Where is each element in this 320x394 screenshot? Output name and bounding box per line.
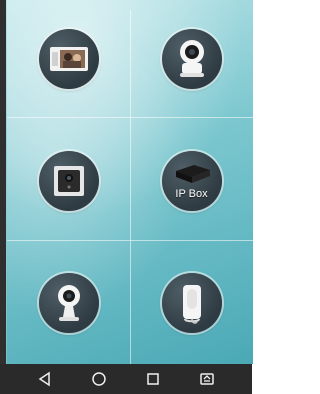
ip-box-button[interactable]: IP Box [161,151,222,211]
back-icon [38,371,50,387]
indoor-camera-button[interactable] [38,273,99,333]
intercom-handset-icon [182,285,201,324]
video-door-phone-monitor-icon [49,47,88,71]
pan-tilt-camera-icon [179,40,204,77]
ip-box-label: IP Box [175,188,208,200]
tile-indoor-camera[interactable] [7,244,130,362]
grid-divider-horizontal-2 [7,240,253,241]
tile-pan-tilt-ip-camera[interactable] [130,0,253,118]
device-grid: IP Box [7,10,253,364]
intercom-handset-button[interactable] [161,273,222,333]
home-button[interactable] [84,366,114,392]
home-icon [92,372,106,386]
app-screen: IP Box [0,0,253,394]
system-navigation-bar [0,364,252,394]
back-button[interactable] [30,366,60,392]
ip-box-icon [175,165,210,183]
recents-icon [147,373,159,385]
video-intercom-monitor-button[interactable] [38,29,99,89]
rotate-screen-icon [200,373,214,385]
pan-tilt-ip-camera-button[interactable] [161,29,222,89]
tile-ip-box[interactable]: IP Box [130,122,253,240]
tile-intercom-handset[interactable] [130,244,253,362]
recents-button[interactable] [138,366,168,392]
tile-video-intercom-monitor[interactable] [7,0,130,118]
doorbell-camera-icon [53,166,84,196]
rotate-screen-button[interactable] [192,366,222,392]
tile-doorbell-camera[interactable] [7,122,130,240]
device-grid-area: IP Box [6,0,253,364]
indoor-dome-camera-icon [57,285,80,321]
doorbell-camera-button[interactable] [38,151,99,211]
